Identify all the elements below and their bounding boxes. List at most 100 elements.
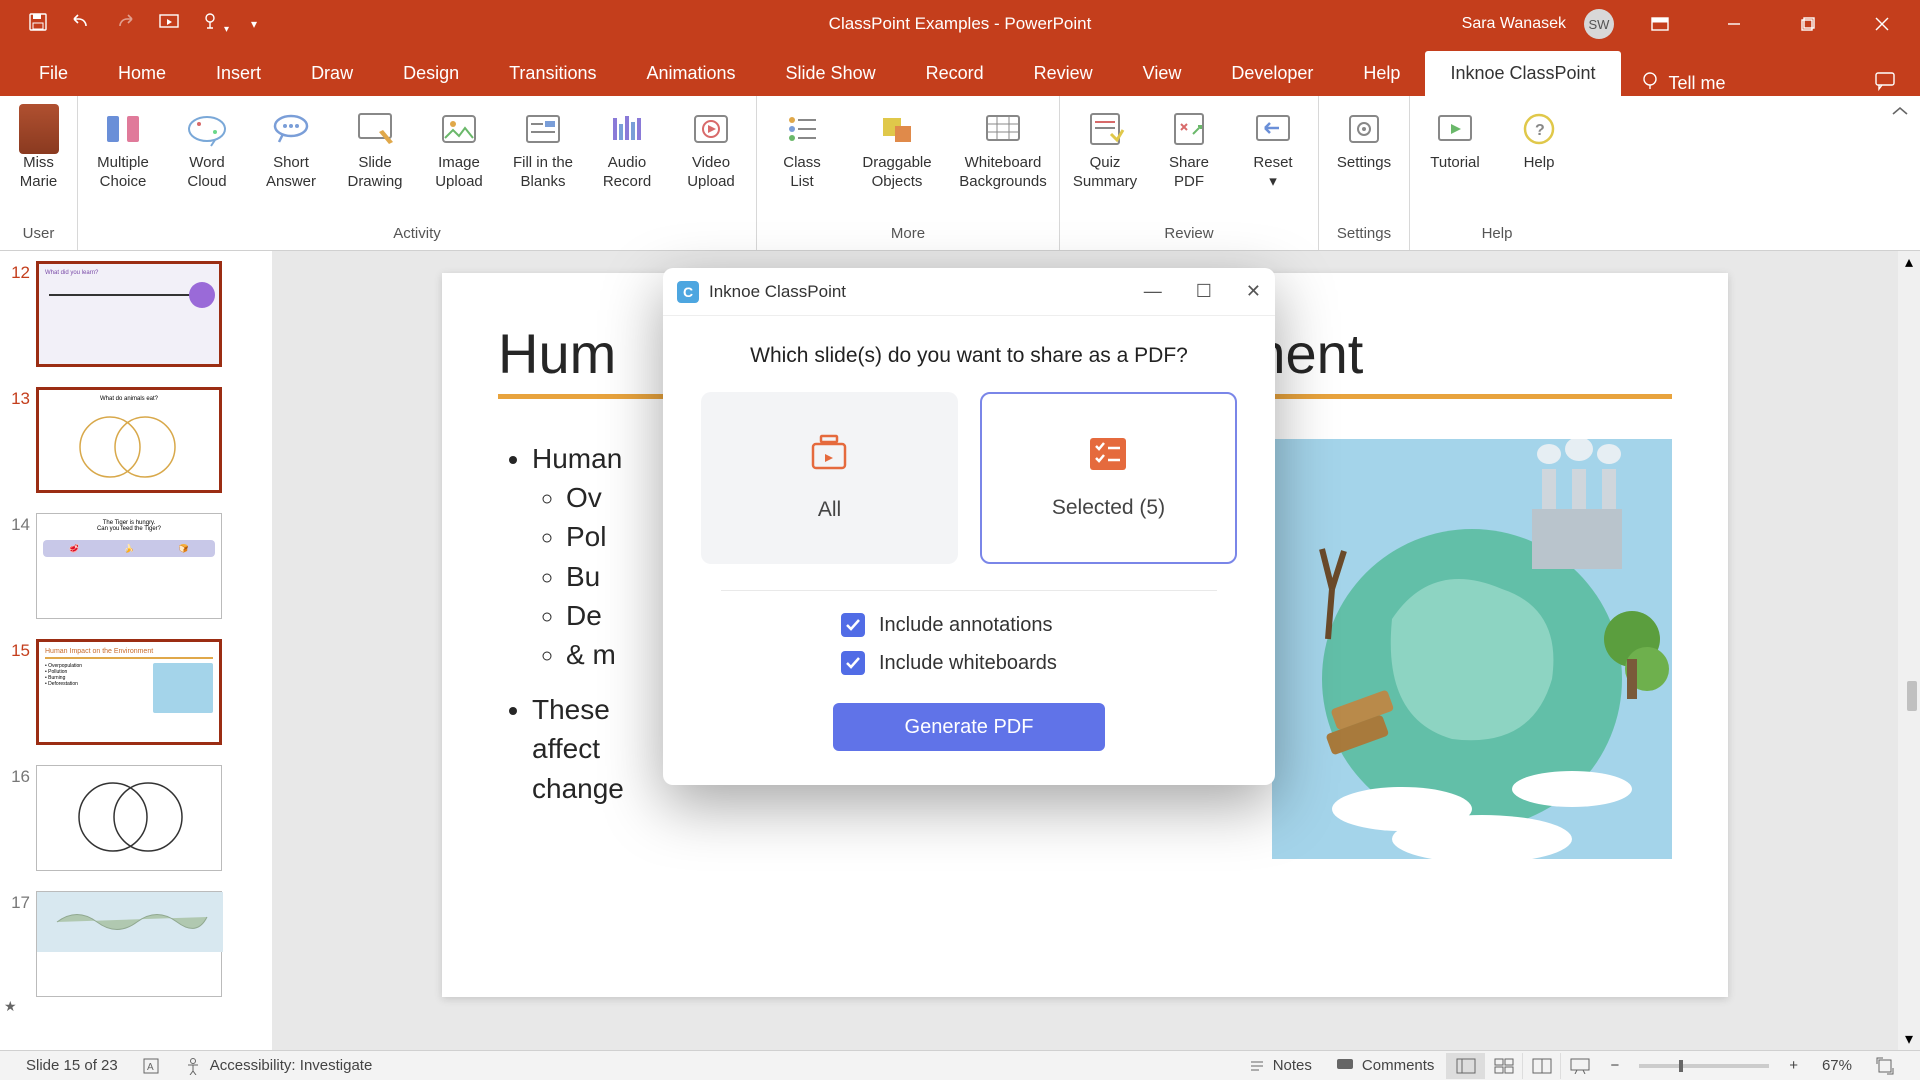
dialog-maximize-icon[interactable]: ☐ — [1196, 281, 1212, 302]
maximize-icon[interactable] — [1780, 0, 1836, 48]
accessibility-status[interactable]: Accessibility: Investigate — [172, 1057, 385, 1075]
bulb-icon — [1641, 71, 1659, 96]
help-item-0[interactable]: Tutorial — [1416, 104, 1494, 173]
vertical-scrollbar[interactable]: ▴ ▾ — [1898, 251, 1920, 1050]
thumbnail-15[interactable]: 15Human Impact on the Environment• Overp… — [0, 635, 272, 761]
zoom-out-icon[interactable]: − — [1598, 1057, 1631, 1074]
dialog-close-icon[interactable]: ✕ — [1246, 281, 1261, 302]
document-title: ClassPoint Examples - PowerPoint — [829, 14, 1092, 34]
tab-file[interactable]: File — [14, 51, 93, 96]
tab-design[interactable]: Design — [378, 51, 484, 96]
slideshow-view-icon[interactable] — [1560, 1053, 1598, 1079]
save-icon[interactable] — [28, 12, 48, 37]
present-icon[interactable] — [158, 12, 180, 37]
tab-insert[interactable]: Insert — [191, 51, 286, 96]
more-item-1[interactable]: Draggable Objects — [847, 104, 947, 192]
checkbox-annotations[interactable]: Include annotations — [841, 613, 1052, 637]
settings-item-0[interactable]: Settings — [1325, 104, 1403, 173]
thumbnail-14[interactable]: 14The Tiger is hungry.Can you feed the T… — [0, 509, 272, 635]
review-item-1[interactable]: Share PDF — [1150, 104, 1228, 192]
slide-counter[interactable]: Slide 15 of 23 — [14, 1057, 130, 1074]
user-name: Sara Wanasek — [1462, 15, 1566, 33]
tab-record[interactable]: Record — [901, 51, 1009, 96]
activity-item-7[interactable]: Video Upload — [672, 104, 750, 192]
notes-button[interactable]: Notes — [1237, 1057, 1324, 1074]
comments-icon[interactable] — [1874, 71, 1920, 96]
redo-icon[interactable] — [114, 12, 136, 37]
thumbnail-12[interactable]: 12What did you learn? — [0, 257, 272, 383]
option-selected[interactable]: Selected (5) — [980, 392, 1237, 564]
reading-view-icon[interactable] — [1522, 1053, 1560, 1079]
user-label: Miss Marie — [20, 154, 58, 192]
slide-image — [1272, 439, 1672, 859]
slide-thumbnails-panel[interactable]: 12What did you learn?13What do animals e… — [0, 251, 272, 1050]
sorter-view-icon[interactable] — [1484, 1053, 1522, 1079]
activity-item-1[interactable]: Word Cloud — [168, 104, 246, 192]
tab-slideshow[interactable]: Slide Show — [761, 51, 901, 96]
scroll-up-icon[interactable]: ▴ — [1898, 251, 1920, 273]
check-icon — [841, 651, 865, 675]
tab-view[interactable]: View — [1118, 51, 1207, 96]
scroll-thumb[interactable] — [1907, 681, 1917, 711]
user-avatar[interactable]: SW — [1584, 9, 1614, 39]
tab-developer[interactable]: Developer — [1206, 51, 1338, 96]
checklist-icon — [1086, 436, 1130, 472]
thumbnail-16[interactable]: 16 — [0, 761, 272, 887]
zoom-in-icon[interactable]: + — [1777, 1057, 1810, 1074]
review-item-2[interactable]: Reset ▾ — [1234, 104, 1312, 192]
activity-icon-5 — [520, 108, 566, 150]
zoom-level[interactable]: 67% — [1810, 1057, 1864, 1074]
settings-icon-0 — [1341, 108, 1387, 150]
scroll-down-icon[interactable]: ▾ — [1898, 1028, 1920, 1050]
activity-item-3[interactable]: Slide Drawing — [336, 104, 414, 192]
zoom-slider[interactable] — [1639, 1064, 1769, 1068]
dialog-minimize-icon[interactable]: — — [1144, 281, 1162, 302]
comments-button[interactable]: Comments — [1324, 1057, 1447, 1074]
more-icon-1 — [874, 108, 920, 150]
checkbox-whiteboards[interactable]: Include whiteboards — [841, 651, 1057, 675]
review-item-0[interactable]: Quiz Summary — [1066, 104, 1144, 192]
user-profile-button[interactable]: Miss Marie — [6, 104, 71, 192]
fit-window-icon[interactable] — [1864, 1057, 1906, 1075]
normal-view-icon[interactable] — [1446, 1053, 1484, 1079]
option-all[interactable]: All — [701, 392, 958, 564]
undo-icon[interactable] — [70, 12, 92, 37]
help-item-1[interactable]: ?Help — [1500, 104, 1578, 173]
spellcheck-icon[interactable]: A — [130, 1057, 172, 1075]
notes-icon — [1249, 1058, 1265, 1074]
tab-review[interactable]: Review — [1009, 51, 1118, 96]
dialog-title: Inknoe ClassPoint — [709, 282, 846, 302]
mic-icon[interactable]: ▾ — [202, 12, 229, 37]
activity-item-2[interactable]: Short Answer — [252, 104, 330, 192]
option-all-label: All — [818, 498, 841, 522]
group-user-label: User — [6, 221, 71, 246]
tell-me[interactable]: Tell me — [1621, 71, 1746, 96]
dialog-titlebar[interactable]: C Inknoe ClassPoint — ☐ ✕ — [663, 268, 1275, 316]
animation-star-icon: ★ — [4, 998, 17, 1015]
close-icon[interactable] — [1854, 0, 1910, 48]
collapse-ribbon-icon[interactable] — [1880, 96, 1920, 250]
more-item-0[interactable]: Class List — [763, 104, 841, 192]
tab-animations[interactable]: Animations — [621, 51, 760, 96]
more-item-2[interactable]: Whiteboard Backgrounds — [953, 104, 1053, 192]
generate-pdf-button[interactable]: Generate PDF — [833, 703, 1105, 751]
svg-text:A: A — [147, 1062, 154, 1073]
ribbon-display-icon[interactable] — [1632, 0, 1688, 48]
minimize-icon[interactable] — [1706, 0, 1762, 48]
activity-item-0[interactable]: Multiple Choice — [84, 104, 162, 192]
group-more-label: More — [763, 221, 1053, 246]
share-pdf-dialog: C Inknoe ClassPoint — ☐ ✕ Which slide(s)… — [663, 268, 1275, 785]
activity-item-4[interactable]: Image Upload — [420, 104, 498, 192]
thumbnail-17[interactable]: 17★ — [0, 887, 272, 1013]
qat-more-icon[interactable]: ▾ — [251, 17, 257, 31]
tab-home[interactable]: Home — [93, 51, 191, 96]
thumbnail-13[interactable]: 13What do animals eat? — [0, 383, 272, 509]
activity-item-6[interactable]: Audio Record — [588, 104, 666, 192]
activity-item-5[interactable]: Fill in the Blanks — [504, 104, 582, 192]
tab-classpoint[interactable]: Inknoe ClassPoint — [1425, 51, 1620, 96]
tab-help[interactable]: Help — [1338, 51, 1425, 96]
tab-draw[interactable]: Draw — [286, 51, 378, 96]
tab-transitions[interactable]: Transitions — [484, 51, 621, 96]
help-icon-1: ? — [1516, 108, 1562, 150]
comment-icon — [1336, 1058, 1354, 1074]
